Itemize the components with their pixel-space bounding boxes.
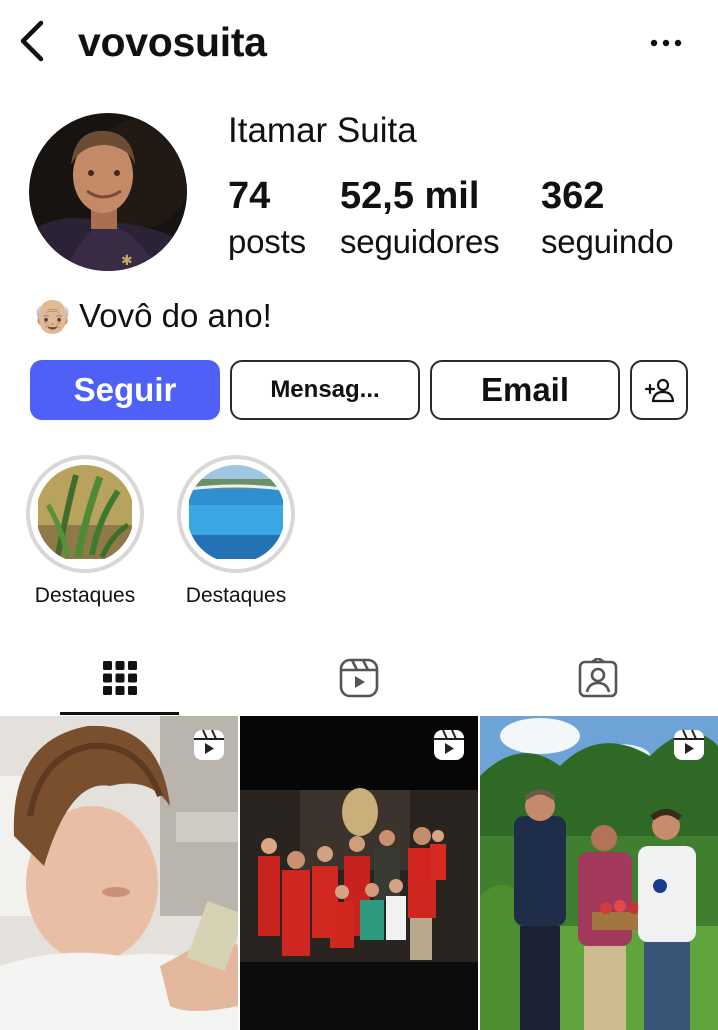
profile-avatar[interactable]: ✱	[29, 113, 187, 271]
story-highlight[interactable]: Destaques	[177, 455, 295, 609]
reels-icon	[194, 729, 224, 760]
highlight-ring	[26, 455, 144, 573]
tab-posts-grid[interactable]	[0, 640, 239, 716]
posts-stat[interactable]: 74 posts	[228, 174, 306, 262]
profile-username: vovosuita	[78, 19, 267, 65]
posts-label: posts	[228, 223, 306, 260]
following-count: 362	[541, 175, 605, 217]
post-image	[480, 716, 718, 1030]
followers-count: 52,5 mil	[340, 175, 480, 217]
email-button[interactable]: Email	[430, 360, 620, 420]
svg-text:✱: ✱	[121, 253, 133, 269]
reels-icon	[434, 729, 464, 760]
highlight-label: Destaques	[34, 584, 136, 607]
post-thumbnail[interactable]	[480, 716, 718, 1030]
more-horizontal-icon	[650, 39, 682, 47]
bio-text: Vovô do ano!	[79, 297, 272, 334]
tagged-icon	[578, 658, 617, 698]
profile-display-name: Itamar Suita	[228, 111, 417, 150]
followers-stat[interactable]: 52,5 mil seguidores	[340, 174, 500, 262]
active-tab-indicator	[60, 712, 179, 715]
more-options-button[interactable]	[644, 26, 688, 60]
highlight-ring	[177, 455, 295, 573]
posts-count: 74	[228, 175, 271, 217]
following-stat[interactable]: 362 seguindo	[541, 174, 674, 262]
profile-bio: 👴🏼 Vovô do ano!	[32, 294, 272, 338]
reels-icon	[339, 658, 378, 698]
follow-button[interactable]: Seguir	[30, 360, 220, 420]
suggested-users-button[interactable]	[630, 360, 688, 420]
highlight-cover-image	[36, 465, 134, 563]
story-highlight[interactable]: Destaques	[26, 455, 144, 609]
add-user-icon	[644, 378, 674, 403]
highlight-label: Destaques	[185, 584, 287, 607]
post-thumbnail[interactable]	[0, 716, 238, 1030]
chevron-left-icon	[20, 20, 44, 62]
back-button[interactable]	[14, 18, 48, 64]
message-button[interactable]: Mensag...	[230, 360, 420, 420]
post-image	[240, 716, 478, 1030]
post-thumbnail[interactable]	[240, 716, 478, 1030]
tab-reels[interactable]	[239, 640, 478, 716]
profile-tabs	[0, 640, 718, 716]
grid-icon	[102, 661, 137, 695]
old-man-emoji-icon: 👴🏼	[32, 297, 74, 334]
tab-tagged[interactable]	[478, 640, 717, 716]
reels-icon	[674, 729, 704, 760]
avatar-photo: ✱	[29, 113, 187, 271]
posts-grid	[0, 716, 718, 1030]
top-bar: vovosuita	[0, 0, 718, 90]
post-image	[0, 716, 238, 1030]
highlight-cover-image	[187, 465, 285, 563]
followers-label: seguidores	[340, 223, 500, 260]
following-label: seguindo	[541, 223, 674, 260]
